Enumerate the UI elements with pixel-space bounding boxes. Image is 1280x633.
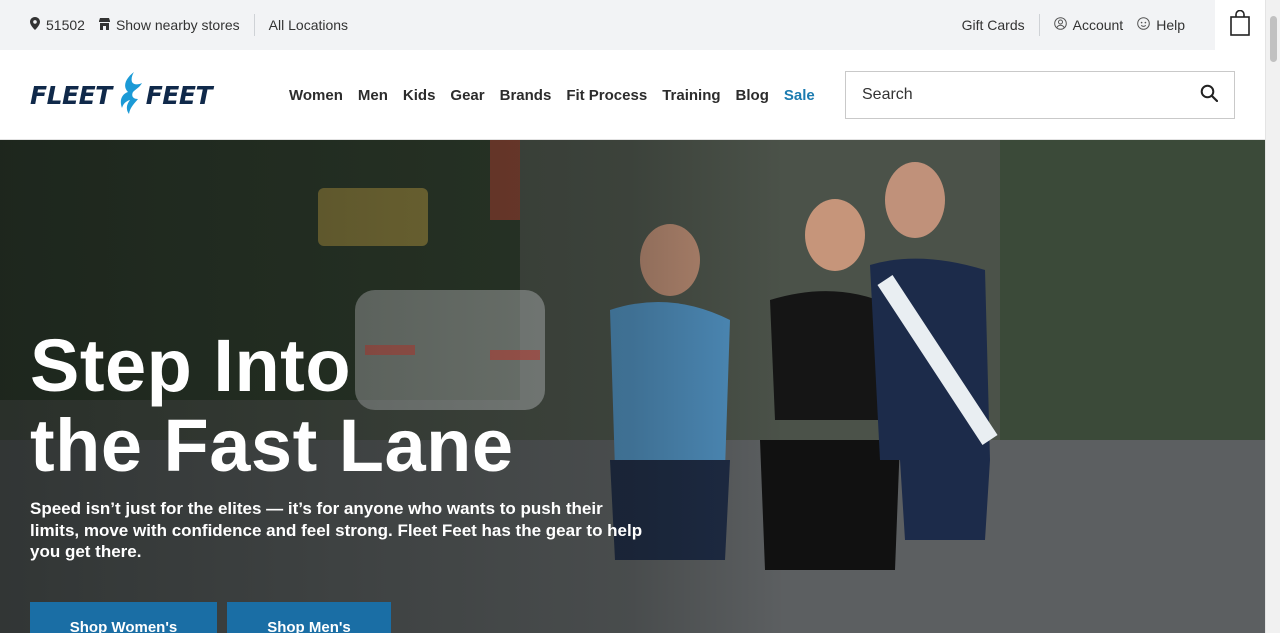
nearby-stores-label: Show nearby stores xyxy=(115,17,240,33)
logo-word-fleet: FLEET xyxy=(30,80,112,110)
nav-brands[interactable]: Brands xyxy=(500,87,552,104)
nav-fit-process[interactable]: Fit Process xyxy=(566,87,647,104)
nav-training[interactable]: Training xyxy=(662,87,720,104)
hero-title-line-1: Step Into xyxy=(30,324,352,407)
help-icon xyxy=(1137,17,1151,33)
nav-women[interactable]: Women xyxy=(289,87,343,104)
shop-womens-button[interactable]: Shop Women's xyxy=(30,602,217,633)
account-link[interactable]: Account xyxy=(1053,17,1124,33)
shop-mens-button[interactable]: Shop Men's xyxy=(227,602,391,633)
utility-bar: 51502 Show nearby stores All Locations G… xyxy=(0,0,1265,50)
scrollbar-thumb[interactable] xyxy=(1270,16,1277,62)
cart-button[interactable] xyxy=(1215,0,1265,50)
all-locations-link[interactable]: All Locations xyxy=(269,17,348,33)
hero-title: Step Into the Fast Lane xyxy=(30,326,514,486)
shop-mens-label: Shop Men's xyxy=(267,619,351,633)
fleet-feet-logo[interactable]: FLEET FEET xyxy=(30,71,213,119)
hero-title-line-2: the Fast Lane xyxy=(30,404,514,487)
main-header: FLEET FEET Women Men Kids Gear Brands Fi… xyxy=(0,50,1265,140)
hero-banner: Step Into the Fast Lane Speed isn’t just… xyxy=(0,140,1265,633)
search-icon xyxy=(1200,84,1219,107)
nav-gear[interactable]: Gear xyxy=(450,87,484,104)
logo-word-feet: FEET xyxy=(145,80,213,110)
divider xyxy=(253,14,255,36)
page-scrollbar[interactable] xyxy=(1265,0,1280,633)
utility-right: Gift Cards Account Help xyxy=(962,0,1185,50)
account-icon xyxy=(1053,17,1067,33)
search-input[interactable] xyxy=(846,72,1184,118)
nav-men[interactable]: Men xyxy=(358,87,388,104)
utility-left: 51502 Show nearby stores All Locations xyxy=(30,0,348,50)
search-box xyxy=(845,71,1235,119)
location-pin-icon xyxy=(30,17,40,33)
nearby-stores-link[interactable]: Show nearby stores xyxy=(98,17,240,33)
shop-womens-label: Shop Women's xyxy=(69,619,178,633)
gift-cards-label: Gift Cards xyxy=(961,17,1025,33)
all-locations-label: All Locations xyxy=(268,17,349,33)
nav-sale[interactable]: Sale xyxy=(784,87,815,104)
zip-location[interactable]: 51502 xyxy=(30,17,85,33)
search-button[interactable] xyxy=(1184,72,1234,118)
nav-blog[interactable]: Blog xyxy=(736,87,769,104)
gift-cards-link[interactable]: Gift Cards xyxy=(962,17,1025,33)
hero-subtitle: Speed isn’t just for the elites — it’s f… xyxy=(30,499,643,561)
help-link[interactable]: Help xyxy=(1137,17,1185,33)
zip-code: 51502 xyxy=(46,17,85,33)
nav-kids[interactable]: Kids xyxy=(403,87,436,104)
account-label: Account xyxy=(1072,17,1124,33)
store-icon xyxy=(98,17,110,33)
shopping-bag-icon xyxy=(1230,9,1250,41)
logo-flame-icon xyxy=(116,71,142,119)
help-label: Help xyxy=(1156,17,1185,33)
primary-nav: Women Men Kids Gear Brands Fit Process T… xyxy=(289,50,830,140)
divider xyxy=(1038,14,1040,36)
